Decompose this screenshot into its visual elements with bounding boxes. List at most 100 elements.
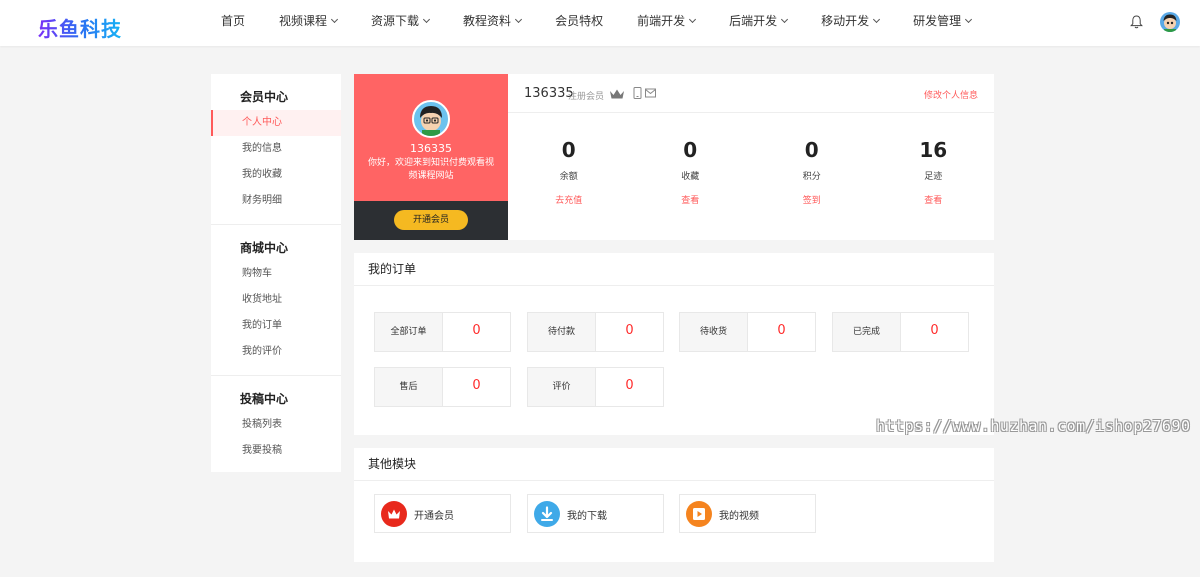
nav-item-tutorials[interactable]: 教程资料 [446, 0, 538, 42]
sidebar-item-finance[interactable]: 财务明细 [211, 188, 341, 214]
sidebar-item-submission-list[interactable]: 投稿列表 [211, 412, 341, 438]
order-count: 0 [625, 323, 634, 338]
check-in-link[interactable]: 签到 [751, 194, 873, 208]
nav-label: 资源下载 [371, 14, 420, 28]
order-count: 0 [472, 378, 481, 393]
order-reviews[interactable]: 评价 0 [527, 367, 664, 407]
nav-item-frontend[interactable]: 前端开发 [620, 0, 712, 42]
order-pending-receipt[interactable]: 待收货 0 [679, 312, 816, 352]
order-after-sales[interactable]: 售后 0 [374, 367, 511, 407]
mail-icon[interactable] [645, 88, 656, 98]
nav-label: 研发管理 [913, 14, 962, 28]
nav-item-video-courses[interactable]: 视频课程 [262, 0, 354, 42]
nav-item-mobile[interactable]: 移动开发 [804, 0, 896, 42]
chevron-down-icon [873, 15, 881, 24]
profile-banner: 136335 你好，欢迎来到知识付费观看视频课程网站 开通会员 [354, 74, 508, 240]
sidebar: 会员中心 个人中心 我的信息 我的收藏 财务明细 商城中心 购物车 收货地址 我… [211, 74, 341, 472]
sidebar-item-my-orders[interactable]: 我的订单 [211, 313, 341, 339]
sidebar-group-title: 投稿中心 [240, 392, 289, 406]
profile-avatar[interactable] [412, 100, 450, 138]
profile-username: 136335 [410, 142, 452, 155]
nav-label: 后端开发 [729, 14, 778, 28]
order-label: 售后 [375, 368, 443, 406]
nav-label: 移动开发 [821, 14, 870, 28]
order-label: 评价 [528, 368, 596, 406]
order-all[interactable]: 全部订单 0 [374, 312, 511, 352]
stat-label: 收藏 [681, 172, 700, 182]
chevron-down-icon [781, 15, 789, 24]
stat-value: 0 [683, 138, 698, 162]
member-level: 注册会员 [568, 92, 605, 102]
order-label: 已完成 [833, 313, 901, 351]
open-vip-button[interactable]: 开通会员 [394, 210, 468, 230]
stat-label: 余额 [559, 172, 578, 182]
module-label: 我的视频 [719, 511, 759, 522]
other-modules-section: 其他模块 开通会员 我的下载 我的视频 [354, 448, 994, 562]
nav-label: 视频课程 [279, 14, 328, 28]
profile-header: 136335 注册会员 修改个人信息 [508, 74, 994, 113]
sidebar-item-personal-center[interactable]: 个人中心 [211, 110, 341, 136]
order-count: 0 [625, 378, 634, 393]
chevron-down-icon [515, 15, 523, 24]
module-open-vip[interactable]: 开通会员 [374, 494, 511, 533]
sidebar-item-cart[interactable]: 购物车 [211, 261, 341, 287]
stat-label: 积分 [802, 172, 821, 182]
nav-item-rd-management[interactable]: 研发管理 [896, 0, 988, 42]
order-label: 待付款 [528, 313, 596, 351]
order-completed[interactable]: 已完成 0 [832, 312, 969, 352]
order-count: 0 [777, 323, 786, 338]
watermark-text: https://www.huzhan.com/ishop27690 [876, 417, 1191, 435]
nav-item-resource-download[interactable]: 资源下载 [354, 0, 446, 42]
module-my-videos[interactable]: 我的视频 [679, 494, 816, 533]
sidebar-item-my-favorites[interactable]: 我的收藏 [211, 162, 341, 188]
header-username: 136335 [524, 86, 574, 101]
chevron-down-icon [689, 15, 697, 24]
nav-item-vip-privileges[interactable]: 会员特权 [538, 0, 620, 42]
orders-title: 我的订单 [354, 253, 994, 286]
top-header: 乐鱼科技 首页 视频课程 资源下载 教程资料 会员特权 前端开发 后端开发 移动… [0, 0, 1200, 46]
crown-icon [610, 89, 624, 99]
module-my-downloads[interactable]: 我的下载 [527, 494, 664, 533]
crown-icon [381, 501, 407, 527]
sidebar-item-my-info[interactable]: 我的信息 [211, 136, 341, 162]
sidebar-item-my-reviews[interactable]: 我的评价 [211, 339, 341, 365]
orders-section: 我的订单 全部订单 0 待付款 0 待收货 0 已完成 0 售后 0 评价 0 [354, 253, 994, 435]
user-avatar[interactable] [1160, 12, 1180, 32]
sidebar-group-title: 商城中心 [240, 241, 289, 255]
order-label: 待收货 [680, 313, 748, 351]
play-icon [686, 501, 712, 527]
order-count: 0 [930, 323, 939, 338]
stat-value: 0 [561, 138, 576, 162]
stat-points: 0 积分 签到 [751, 114, 873, 240]
sidebar-group-member-center: 会员中心 个人中心 我的信息 我的收藏 财务明细 [211, 74, 341, 214]
view-favorites-link[interactable]: 查看 [630, 194, 752, 208]
stat-favorites: 0 收藏 查看 [630, 114, 752, 240]
stat-label: 足迹 [924, 172, 943, 182]
profile-card: 136335 你好，欢迎来到知识付费观看视频课程网站 开通会员 136335 注… [354, 74, 994, 240]
nav-item-home[interactable]: 首页 [204, 0, 262, 42]
order-count: 0 [472, 323, 481, 338]
edit-profile-link[interactable]: 修改个人信息 [924, 88, 978, 101]
view-footprints-link[interactable]: 查看 [873, 194, 995, 208]
stat-balance: 0 余额 去充值 [508, 114, 630, 240]
order-label: 全部订单 [375, 313, 443, 351]
module-label: 开通会员 [414, 511, 454, 522]
nav-item-backend[interactable]: 后端开发 [712, 0, 804, 42]
site-logo[interactable]: 乐鱼科技 [38, 16, 122, 42]
recharge-link[interactable]: 去充值 [508, 194, 630, 208]
nav-label: 会员特权 [555, 14, 604, 28]
bell-icon[interactable] [1130, 15, 1143, 29]
sidebar-item-submit[interactable]: 我要投稿 [211, 438, 341, 464]
order-pending-payment[interactable]: 待付款 0 [527, 312, 664, 352]
sidebar-group-shop-center: 商城中心 购物车 收货地址 我的订单 我的评价 [211, 224, 341, 365]
sidebar-group-title: 会员中心 [240, 90, 289, 104]
other-modules-title: 其他模块 [354, 448, 994, 481]
stat-value: 0 [804, 138, 819, 162]
module-label: 我的下载 [567, 511, 607, 522]
download-icon [534, 501, 560, 527]
nav-label: 前端开发 [637, 14, 686, 28]
phone-icon[interactable] [633, 87, 642, 99]
chevron-down-icon [965, 15, 973, 24]
nav-label: 首页 [221, 14, 246, 28]
sidebar-item-address[interactable]: 收货地址 [211, 287, 341, 313]
